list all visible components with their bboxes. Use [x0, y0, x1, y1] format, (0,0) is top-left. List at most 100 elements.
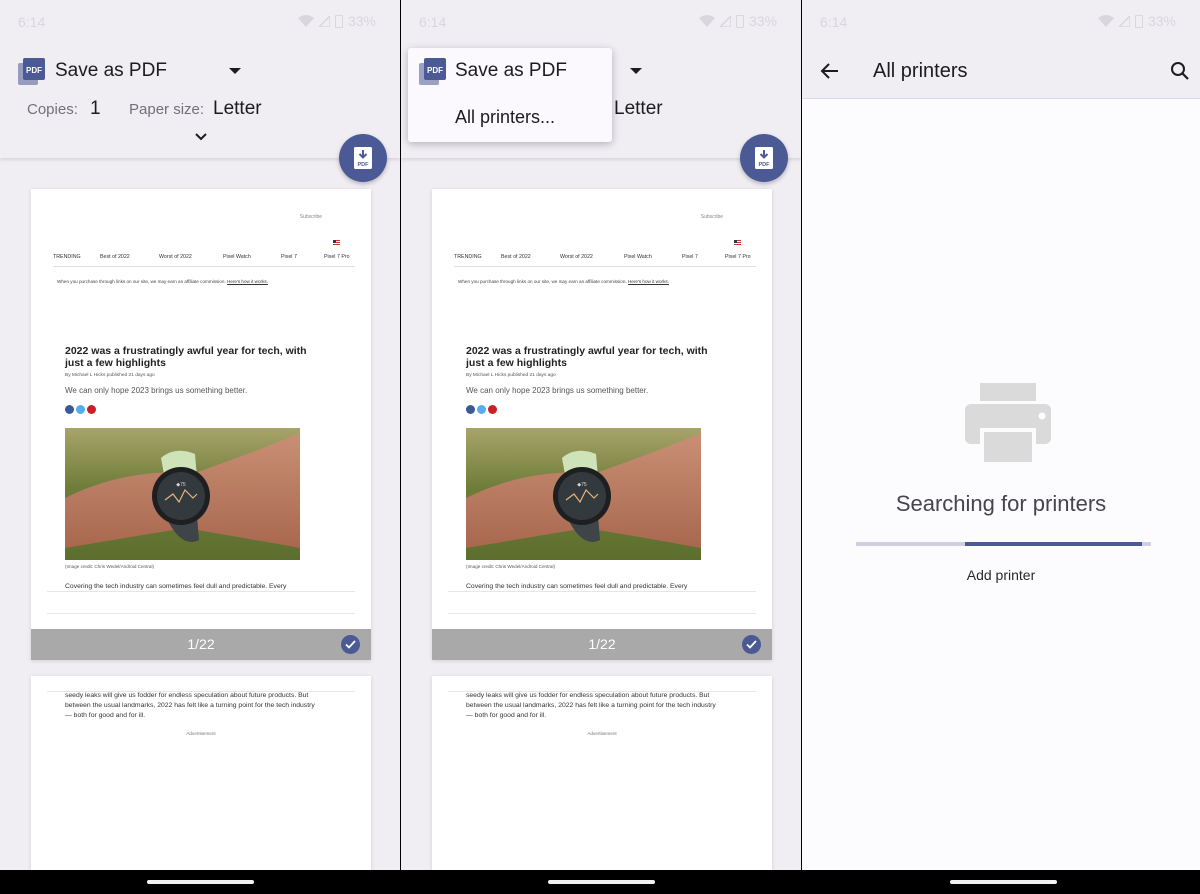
back-arrow-icon[interactable]	[820, 61, 840, 81]
advertisement-label: Advertisement	[186, 731, 216, 736]
signal-icon	[1118, 15, 1130, 27]
battery-icon	[735, 14, 744, 28]
menu-item-all-printers[interactable]: All printers...	[455, 107, 555, 128]
article-byline: By Michael L Hicks published 21 days ago	[466, 373, 556, 378]
wifi-icon	[698, 15, 715, 27]
gesture-navbar	[0, 870, 400, 894]
page-preview-1[interactable]: Subscribe TRENDING Best of 2022 Worst of…	[432, 189, 772, 660]
page-title: All printers	[873, 60, 968, 82]
subscribe-link: Subscribe	[700, 214, 723, 220]
nav-item: Worst of 2022	[560, 254, 593, 260]
divider	[47, 613, 355, 614]
hero-image-smartwatch: ◆75	[65, 428, 300, 560]
twitter-icon	[76, 405, 85, 414]
gesture-navbar	[401, 870, 801, 894]
home-gesture-pill[interactable]	[950, 880, 1057, 884]
affiliate-disclaimer: When you purchase through links on our s…	[57, 279, 268, 284]
download-pdf-button[interactable]: PDF	[339, 134, 387, 182]
page-number: 1/22	[187, 636, 215, 652]
page-preview-1[interactable]: Subscribe TRENDING Best of 2022 Worst of…	[31, 189, 371, 660]
copies-label: Copies:	[27, 101, 78, 118]
add-printer-button[interactable]: Add printer	[802, 567, 1200, 583]
printer-icon	[965, 383, 1051, 466]
dropdown-arrow-icon[interactable]	[630, 68, 642, 74]
page-number: 1/22	[588, 636, 616, 652]
article-dek: We can only hope 2023 brings us somethin…	[65, 386, 248, 395]
battery-icon	[1134, 14, 1143, 28]
battery-icon	[334, 14, 343, 28]
facebook-icon	[65, 405, 74, 414]
nav-item: Pixel 7 Pro	[725, 254, 751, 260]
subscribe-link: Subscribe	[299, 214, 322, 220]
nav-item: TRENDING	[53, 254, 81, 260]
page-preview-2[interactable]: seedy leaks will give us fodder for endl…	[31, 676, 371, 876]
battery-percent: 33%	[748, 13, 777, 29]
copies-value[interactable]: 1	[90, 98, 101, 120]
hero-image-smartwatch: ◆75	[466, 428, 701, 560]
checkmark-icon	[746, 640, 757, 649]
nav-item: Pixel 7	[682, 254, 698, 260]
nav-item: TRENDING	[454, 254, 482, 260]
dropdown-arrow-icon[interactable]	[229, 68, 241, 74]
wifi-icon	[297, 15, 314, 27]
printer-selector[interactable]: Save as PDF	[55, 60, 167, 82]
search-icon[interactable]	[1170, 61, 1190, 81]
chevron-down-icon[interactable]	[194, 132, 208, 142]
share-icons	[65, 405, 96, 414]
us-flag-icon	[734, 240, 741, 245]
gesture-navbar	[802, 870, 1200, 894]
status-bar: 6:14 33%	[0, 0, 400, 44]
us-flag-icon	[333, 240, 340, 245]
home-gesture-pill[interactable]	[147, 880, 254, 884]
facebook-icon	[466, 405, 475, 414]
page2-body: seedy leaks will give us fodder for endl…	[65, 692, 315, 719]
nav-item: Pixel 7 Pro	[324, 254, 350, 260]
home-gesture-pill[interactable]	[548, 880, 655, 884]
page-indicator-bar: 1/22	[31, 629, 371, 660]
wifi-icon	[1097, 15, 1114, 27]
article-title: 2022 was a frustratingly awful year for …	[466, 345, 708, 369]
svg-text:◆75: ◆75	[176, 482, 186, 488]
searching-status: Searching for printers	[895, 491, 1107, 516]
paper-size-value[interactable]: Letter	[213, 98, 262, 120]
status-time: 6:14	[820, 14, 848, 30]
paper-size-value[interactable]: Letter	[614, 98, 663, 120]
twitter-icon	[477, 405, 486, 414]
pdf-download-icon: PDF	[354, 147, 372, 169]
site-nav: TRENDING Best of 2022 Worst of 2022 Pixe…	[53, 253, 355, 267]
status-time: 6:14	[18, 14, 46, 30]
menu-item-save-as-pdf[interactable]: Save as PDF	[455, 60, 567, 82]
page-indicator-bar: 1/22	[432, 629, 772, 660]
article-dek: We can only hope 2023 brings us somethin…	[466, 386, 649, 395]
pdf-download-icon: PDF	[755, 147, 773, 169]
svg-text:PDF: PDF	[759, 162, 771, 168]
image-credit: (Image credit: Chris Wedel/Android Centr…	[65, 564, 155, 569]
svg-text:◆75: ◆75	[577, 482, 587, 488]
progress-fill	[965, 542, 1143, 546]
page-selected-checkbox[interactable]	[742, 635, 761, 654]
search-progress-bar	[856, 542, 1151, 546]
divider	[448, 613, 756, 614]
pinterest-icon	[87, 405, 96, 414]
page-selected-checkbox[interactable]	[341, 635, 360, 654]
nav-item: Pixel Watch	[624, 254, 652, 260]
divider	[47, 591, 355, 592]
pdf-icon: PDF	[419, 58, 446, 85]
divider	[448, 591, 756, 592]
nav-item: Best of 2022	[501, 254, 531, 260]
svg-text:PDF: PDF	[358, 162, 370, 168]
nav-item: Worst of 2022	[159, 254, 192, 260]
signal-icon	[318, 15, 330, 27]
site-nav: TRENDING Best of 2022 Worst of 2022 Pixe…	[454, 253, 756, 267]
print-dialog-panel-menu-open: 6:14 33% Letter PDF Subscribe TRENDING B…	[401, 0, 801, 894]
download-pdf-button[interactable]: PDF	[740, 134, 788, 182]
affiliate-disclaimer: When you purchase through links on our s…	[458, 279, 669, 284]
svg-text:PDF: PDF	[427, 66, 443, 75]
page-preview-2[interactable]: seedy leaks will give us fodder for endl…	[432, 676, 772, 876]
nav-item: Pixel 7	[281, 254, 297, 260]
nav-item: Best of 2022	[100, 254, 130, 260]
all-printers-panel: 6:14 33% All printers Searching for prin…	[802, 0, 1200, 894]
page2-body: seedy leaks will give us fodder for endl…	[466, 692, 716, 719]
status-bar: 6:14 33%	[401, 0, 801, 44]
checkmark-icon	[345, 640, 356, 649]
